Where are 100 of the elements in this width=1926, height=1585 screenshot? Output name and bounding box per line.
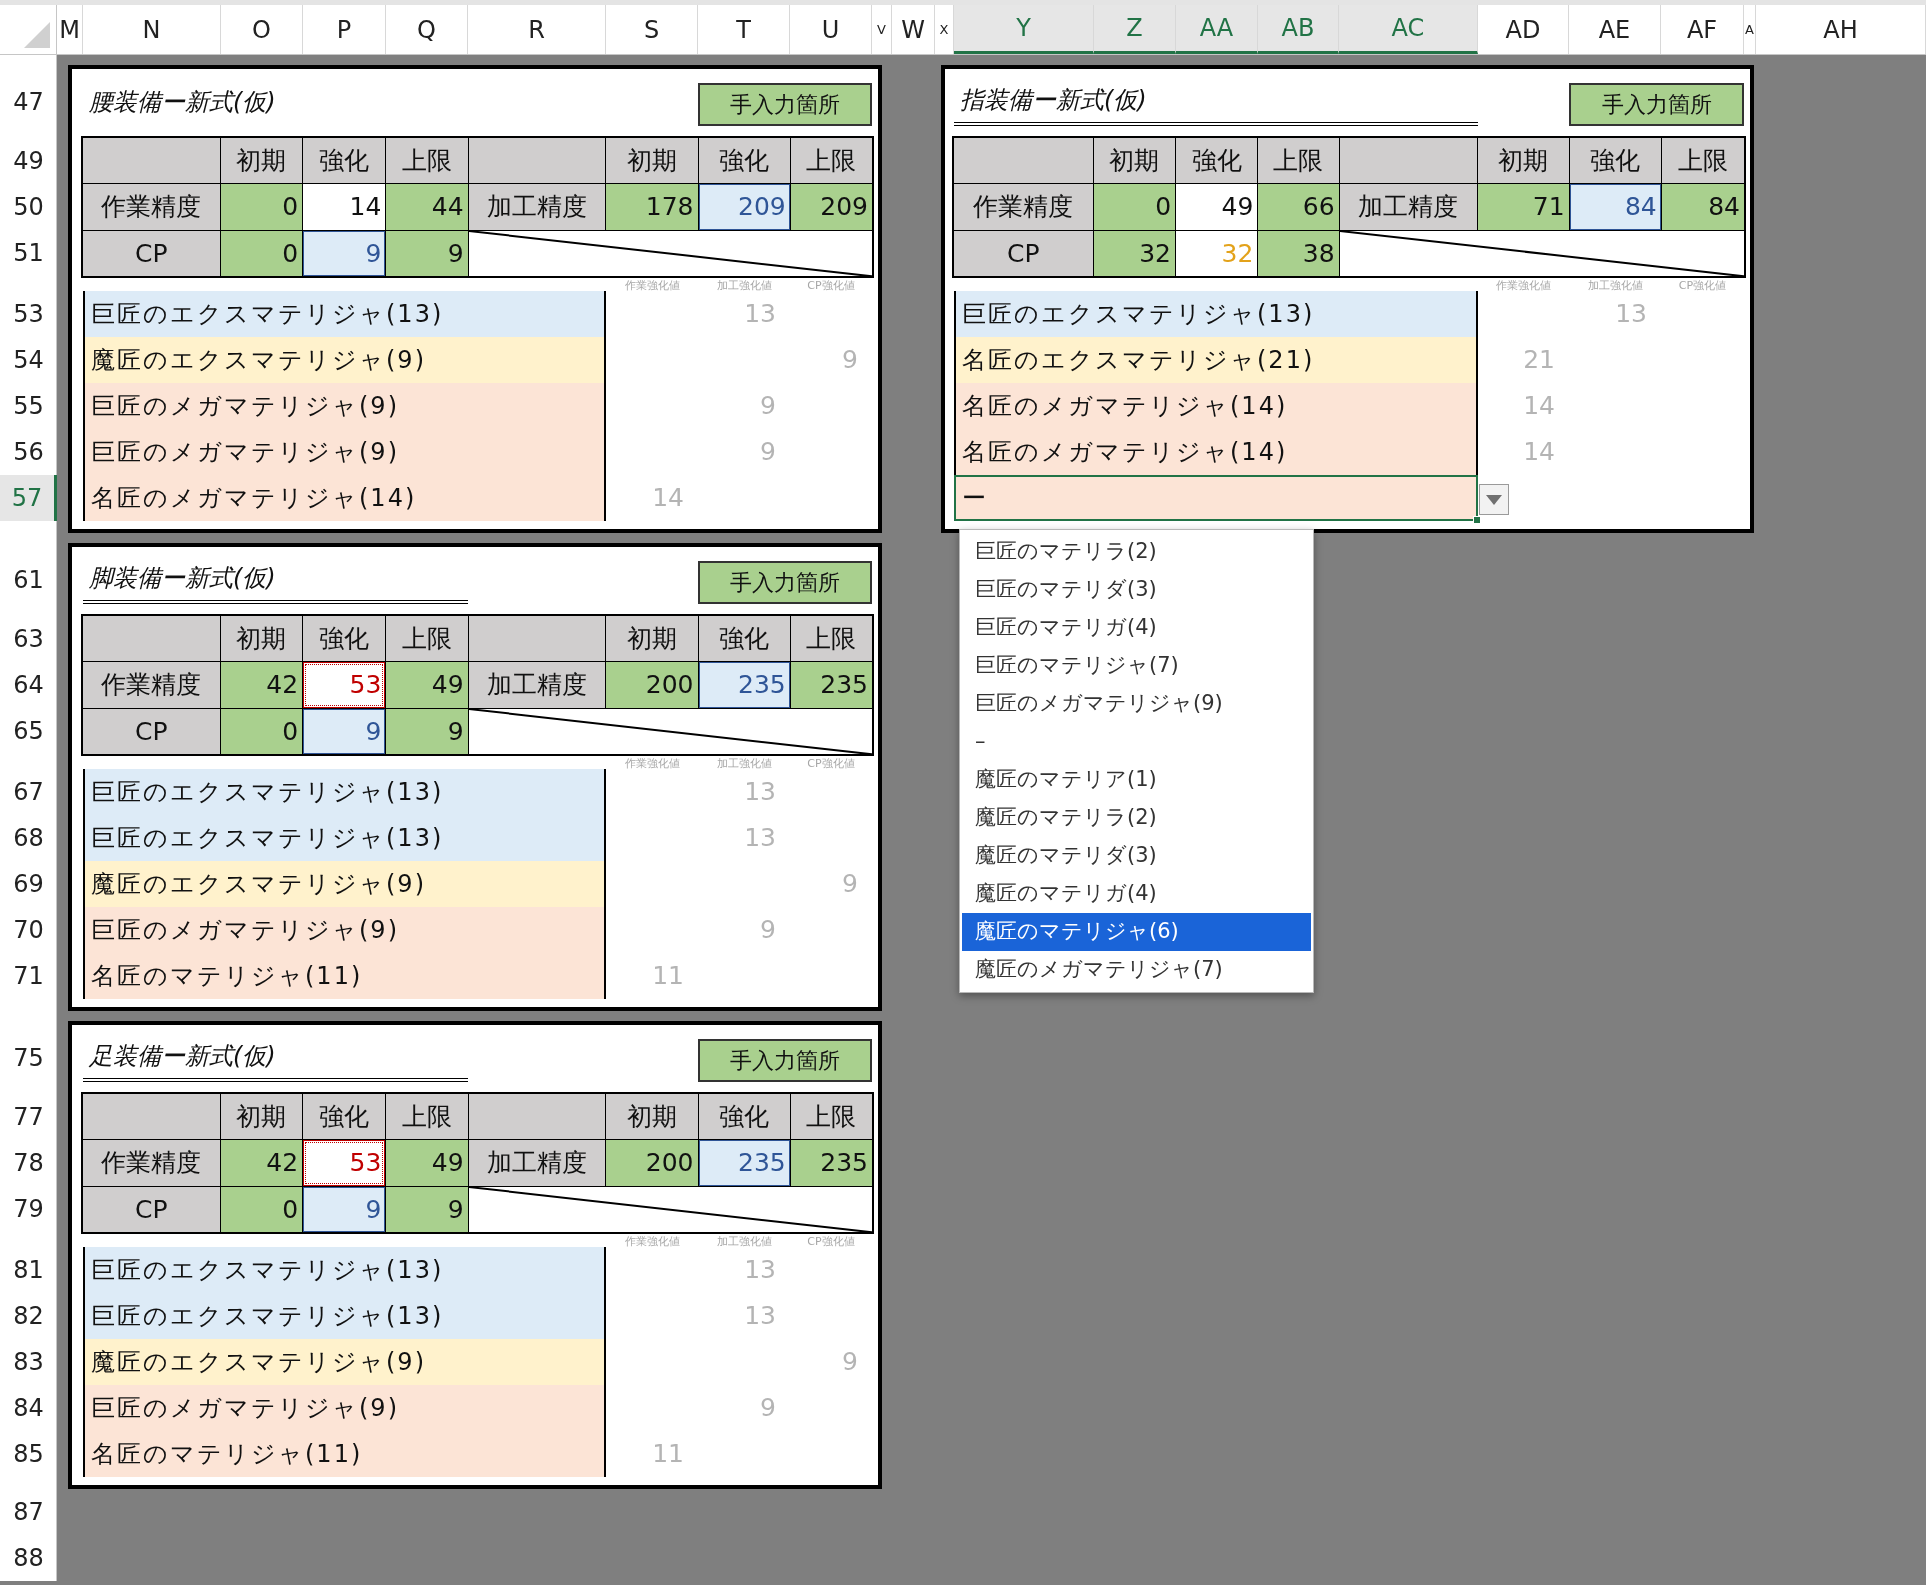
row-label: 作業精度 (83, 184, 220, 230)
material-row: 名匠のマテリジャ(11) (83, 1431, 606, 1477)
menu-item[interactable]: 魔匠のマテリジャ(6) (962, 913, 1311, 951)
column-header[interactable]: S (606, 5, 698, 54)
table-cell: 209 (698, 184, 790, 230)
column-header[interactable]: AB (1258, 5, 1339, 54)
column-header[interactable]: A (1744, 5, 1756, 54)
column-header[interactable]: M (57, 5, 83, 54)
caret-icon (1486, 494, 1502, 505)
row-header[interactable]: 85 (0, 1431, 57, 1477)
column-header[interactable]: AF (1661, 5, 1744, 54)
menu-item[interactable]: 魔匠のマテリア(1) (962, 761, 1311, 799)
column-header[interactable]: AD (1478, 5, 1569, 54)
table-header: 強化 (698, 616, 790, 662)
row-label: 加工精度 (468, 184, 606, 230)
column-caption: 加工強化値 (1586, 278, 1644, 291)
material-value: 9 (841, 1346, 859, 1379)
row-header[interactable]: 82 (0, 1293, 57, 1339)
table-cell: 235 (698, 1140, 790, 1186)
table-cell: 71 (1478, 184, 1569, 230)
column-header[interactable]: U (790, 5, 872, 54)
row-header[interactable]: 75 (0, 1033, 57, 1082)
menu-item[interactable]: 巨匠のマテリガ(4) (962, 609, 1311, 647)
column-header[interactable]: Z (1094, 5, 1176, 54)
dropdown-arrow-button[interactable] (1479, 484, 1509, 515)
row-header[interactable]: 53 (0, 291, 57, 337)
row-header[interactable]: 63 (0, 616, 57, 662)
row-header[interactable]: 84 (0, 1385, 57, 1431)
row-label: 作業精度 (83, 1140, 220, 1186)
table-header: 上限 (1661, 138, 1744, 184)
column-header[interactable]: AA (1176, 5, 1258, 54)
column-header[interactable]: O (221, 5, 303, 54)
material-row: 巨匠のエクスマテリジャ(13) (83, 291, 606, 337)
column-header[interactable]: P (303, 5, 386, 54)
row-header[interactable]: 64 (0, 662, 57, 708)
row-header[interactable]: 69 (0, 861, 57, 907)
menu-item[interactable]: 魔匠のマテリダ(3) (962, 837, 1311, 875)
row-header[interactable]: 51 (0, 230, 57, 276)
menu-item[interactable]: 魔匠のマテリラ(2) (962, 799, 1311, 837)
column-caption: 作業強化値 (623, 278, 681, 291)
input-area-legend: 手入力箇所 (698, 561, 872, 604)
row-header[interactable]: 78 (0, 1140, 57, 1186)
row-header[interactable]: 49 (0, 138, 57, 184)
row-header[interactable]: 61 (0, 555, 57, 604)
table-header: 上限 (1258, 138, 1339, 184)
row-header[interactable]: 56 (0, 429, 57, 475)
row-header[interactable]: 68 (0, 815, 57, 861)
column-caption: 作業強化値 (623, 756, 681, 769)
row-header[interactable]: 88 (0, 1535, 57, 1581)
column-header[interactable]: W (892, 5, 935, 54)
material-value: 11 (651, 1438, 685, 1471)
panel-title: 腰装備ー新式(仮) (88, 86, 277, 118)
row-header[interactable]: 81 (0, 1247, 57, 1293)
table-cell: 9 (386, 708, 468, 754)
menu-item[interactable]: – (962, 723, 1311, 761)
menu-item[interactable]: 魔匠のメガマテリジャ(7) (962, 951, 1311, 989)
column-header[interactable]: AH (1756, 5, 1926, 54)
column-header[interactable]: Y (954, 5, 1094, 54)
menu-item[interactable]: 巨匠のマテリジャ(7) (962, 647, 1311, 685)
material-value: 9 (841, 868, 859, 901)
row-header[interactable]: 54 (0, 337, 57, 383)
row-header[interactable]: 79 (0, 1186, 57, 1232)
row-header[interactable]: 67 (0, 769, 57, 815)
row-header[interactable]: 70 (0, 907, 57, 953)
table-cell: 84 (1569, 184, 1661, 230)
panel-title: 足装備ー新式(仮) (83, 1033, 468, 1082)
table-header: 初期 (606, 616, 698, 662)
row-label: 加工精度 (1339, 184, 1478, 230)
table-cell: 49 (1176, 184, 1258, 230)
table-header: 上限 (790, 138, 872, 184)
material-row: 巨匠のエクスマテリジャ(13) (83, 769, 606, 815)
column-header[interactable]: T (698, 5, 790, 54)
row-header[interactable]: 47 (0, 77, 57, 126)
row-header[interactable]: 83 (0, 1339, 57, 1385)
column-header[interactable]: R (468, 5, 606, 54)
row-header[interactable]: 55 (0, 383, 57, 429)
column-header[interactable]: V (872, 5, 892, 54)
column-header[interactable]: AE (1569, 5, 1661, 54)
row-header[interactable]: 50 (0, 184, 57, 230)
column-header[interactable]: AC (1339, 5, 1478, 54)
menu-item[interactable]: 巨匠のマテリラ(2) (962, 533, 1311, 571)
row-header[interactable]: 71 (0, 953, 57, 999)
menu-item[interactable]: 魔匠のマテリガ(4) (962, 875, 1311, 913)
material-value: 13 (743, 822, 777, 855)
material-value: 13 (743, 1300, 777, 1333)
table-cell: 9 (386, 230, 468, 276)
table-cell: 38 (1258, 230, 1339, 276)
table-cell: 235 (698, 662, 790, 708)
column-header[interactable]: N (83, 5, 221, 54)
row-header[interactable]: 65 (0, 708, 57, 754)
menu-item[interactable]: 巨匠のメガマテリジャ(9) (962, 685, 1311, 723)
menu-item[interactable]: 巨匠のマテリダ(3) (962, 571, 1311, 609)
column-header[interactable]: Q (386, 5, 468, 54)
fill-handle[interactable] (1473, 516, 1481, 524)
row-header[interactable]: 77 (0, 1094, 57, 1140)
row-header[interactable]: 87 (0, 1489, 57, 1535)
material-row: 魔匠のエクスマテリジャ(9) (83, 1339, 606, 1385)
row-header[interactable]: 57 (0, 475, 57, 521)
table-cell: 32 (1176, 230, 1258, 276)
column-caption: 加工強化値 (715, 278, 773, 291)
